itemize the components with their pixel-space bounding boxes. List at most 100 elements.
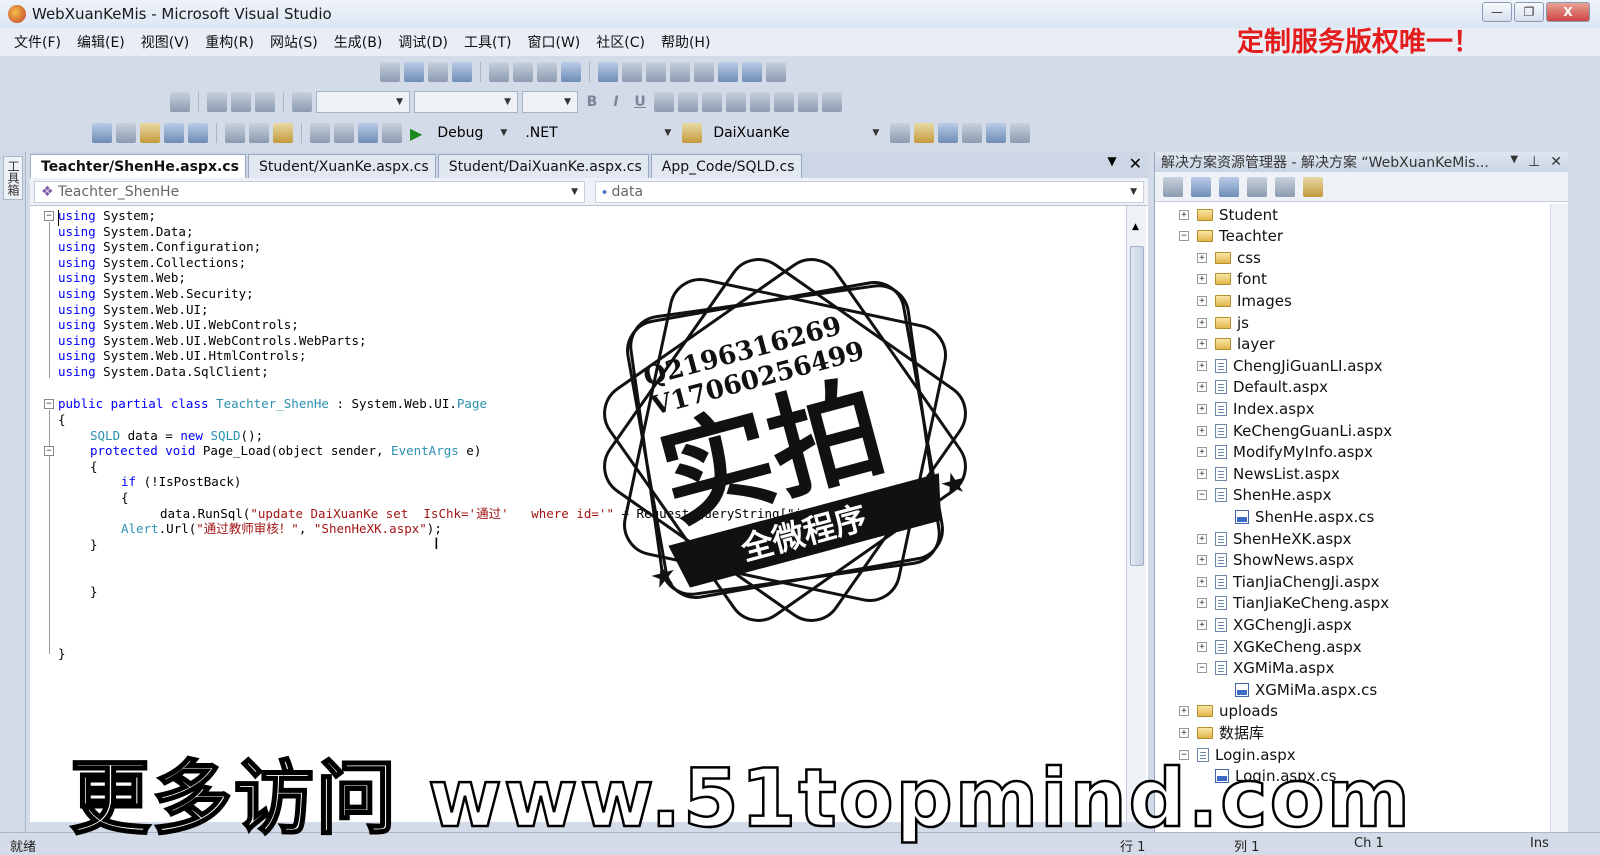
properties-icon[interactable] xyxy=(1163,176,1183,197)
font-size-combo[interactable]: ▼ xyxy=(522,91,578,113)
toolbar-icon[interactable] xyxy=(938,123,959,143)
find-icon[interactable] xyxy=(682,123,703,143)
toolbar-icon[interactable] xyxy=(694,62,714,82)
expand-icon[interactable]: + xyxy=(1197,468,1207,479)
expand-icon[interactable]: + xyxy=(1179,209,1189,220)
toolbar-icon[interactable] xyxy=(750,92,770,112)
document-tab[interactable]: App_Code/SQLD.cs xyxy=(650,154,802,178)
toolbar-icon[interactable] xyxy=(798,92,818,112)
toolbox-tab[interactable]: 工具箱 xyxy=(3,156,23,200)
copy-icon[interactable] xyxy=(249,123,269,143)
solution-config-combo[interactable]: Debug ▼ xyxy=(430,122,514,144)
toolbar-icon[interactable] xyxy=(170,92,190,112)
toolbar-icon[interactable] xyxy=(1010,123,1031,143)
expand-icon[interactable]: + xyxy=(1197,598,1207,609)
toolbar-icon[interactable] xyxy=(292,92,312,112)
underline-button[interactable]: U xyxy=(630,94,650,110)
tree-item[interactable]: XGMiMa.aspx.cs xyxy=(1217,679,1377,700)
refresh-icon[interactable] xyxy=(1191,176,1211,197)
align-center-icon[interactable] xyxy=(678,92,698,112)
menu-item[interactable]: 重构(R) xyxy=(197,30,262,54)
tree-item[interactable]: + ModifyMyInfo.aspx xyxy=(1197,442,1373,463)
expand-icon[interactable]: + xyxy=(1179,706,1189,717)
navigate-icon[interactable] xyxy=(358,123,378,143)
document-tab[interactable]: Teachter/ShenHe.aspx.cs xyxy=(30,154,246,178)
tree-item[interactable]: + Images xyxy=(1197,290,1292,311)
tree-item[interactable]: + TianJiaChengJi.aspx xyxy=(1197,571,1379,592)
toolbar-icon[interactable] xyxy=(774,92,794,112)
expand-icon[interactable]: + xyxy=(1197,555,1207,566)
close-icon[interactable]: ✕ xyxy=(1129,154,1142,173)
expand-icon[interactable]: + xyxy=(1197,533,1207,544)
toolbar-icon[interactable] xyxy=(428,62,448,82)
toolbar-icon[interactable] xyxy=(382,123,402,143)
tree-item[interactable]: + ShenHeXK.aspx xyxy=(1197,528,1352,549)
menu-item[interactable]: 帮助(H) xyxy=(653,30,718,54)
toolbar-icon[interactable] xyxy=(207,92,227,112)
pin-icon[interactable]: ⊥ xyxy=(1528,154,1540,170)
menu-item[interactable]: 视图(V) xyxy=(133,30,198,54)
expand-icon[interactable]: + xyxy=(1197,425,1207,436)
menu-item[interactable]: 编辑(E) xyxy=(69,30,133,54)
nest-files-icon[interactable] xyxy=(1219,176,1239,197)
find-combo[interactable]: DaiXuanKe ▼ xyxy=(706,122,886,144)
toolbar-icon[interactable] xyxy=(962,123,983,143)
fold-toggle[interactable]: − xyxy=(44,446,54,456)
tree-item[interactable]: + Student xyxy=(1179,204,1278,225)
tree-item[interactable]: + ChengJiGuanLI.aspx xyxy=(1197,355,1383,376)
toolbar-icon[interactable] xyxy=(231,92,251,112)
expand-icon[interactable]: + xyxy=(1197,576,1207,587)
block-format-combo[interactable]: ▼ xyxy=(316,91,410,113)
tree-item[interactable]: + layer xyxy=(1197,334,1275,355)
tree-item[interactable]: + Default.aspx xyxy=(1197,377,1328,398)
new-project-icon[interactable] xyxy=(92,123,112,143)
tree-item[interactable]: − Teachter xyxy=(1179,226,1283,247)
tree-item[interactable]: + KeChengGuanLi.aspx xyxy=(1197,420,1392,441)
cut-icon[interactable] xyxy=(225,123,245,143)
scrollbar-thumb[interactable] xyxy=(1130,246,1144,566)
editor-scrollbar[interactable]: ▲ xyxy=(1126,206,1146,822)
expand-icon[interactable]: + xyxy=(1197,382,1207,393)
tree-item[interactable]: + ShowNews.aspx xyxy=(1197,550,1354,571)
member-combo[interactable]: ⬩ data ▼ xyxy=(595,180,1144,203)
minimize-button[interactable]: — xyxy=(1482,2,1512,22)
expand-icon[interactable]: + xyxy=(1179,727,1189,738)
start-debug-icon[interactable]: ▶ xyxy=(410,124,422,143)
menu-item[interactable]: 工具(T) xyxy=(456,30,519,54)
tree-item[interactable]: + js xyxy=(1197,312,1249,333)
bold-button[interactable]: B xyxy=(582,94,602,110)
toolbar-icon[interactable] xyxy=(986,123,1007,143)
scroll-up-icon[interactable]: ▲ xyxy=(1132,222,1139,232)
toolbar-icon[interactable] xyxy=(598,62,618,82)
solution-explorer-scrollbar[interactable] xyxy=(1550,204,1568,832)
toolbar-icon[interactable] xyxy=(380,62,400,82)
toolbar-icon[interactable] xyxy=(726,92,746,112)
tree-item[interactable]: + 数据库 xyxy=(1179,722,1264,743)
expand-icon[interactable]: + xyxy=(1197,619,1207,630)
font-name-combo[interactable]: ▼ xyxy=(414,91,518,113)
expand-icon[interactable]: + xyxy=(1197,252,1207,263)
toolbar-icon[interactable] xyxy=(822,92,842,112)
toolbar-icon[interactable] xyxy=(670,62,690,82)
view-designer-icon[interactable] xyxy=(1275,176,1295,197)
expand-icon[interactable]: + xyxy=(1197,641,1207,652)
copy-website-icon[interactable] xyxy=(1303,176,1323,197)
tree-item[interactable]: + XGChengJi.aspx xyxy=(1197,614,1352,635)
tree-item[interactable]: + XGKeCheng.aspx xyxy=(1197,636,1362,657)
collapse-icon[interactable]: − xyxy=(1197,663,1207,674)
toolbar-icon[interactable] xyxy=(646,62,666,82)
open-folder-icon[interactable] xyxy=(140,123,160,143)
toolbar-icon[interactable] xyxy=(452,62,472,82)
collapse-icon[interactable]: − xyxy=(1179,231,1189,242)
tree-item[interactable]: + font xyxy=(1197,269,1267,290)
document-tab[interactable]: Student/XuanKe.aspx.cs xyxy=(247,154,436,178)
align-icon[interactable] xyxy=(561,62,581,82)
tree-item[interactable]: + Index.aspx xyxy=(1197,398,1314,419)
type-combo[interactable]: ❖ Teachter_ShenHe ▼ xyxy=(34,180,585,203)
toolbar-icon[interactable] xyxy=(255,92,275,112)
tree-item[interactable]: + uploads xyxy=(1179,701,1278,722)
menu-item[interactable]: 生成(B) xyxy=(326,30,391,54)
toolbar-icon[interactable] xyxy=(890,123,911,143)
fold-toggle[interactable]: − xyxy=(44,211,54,221)
menu-item[interactable]: 网站(S) xyxy=(262,30,326,54)
